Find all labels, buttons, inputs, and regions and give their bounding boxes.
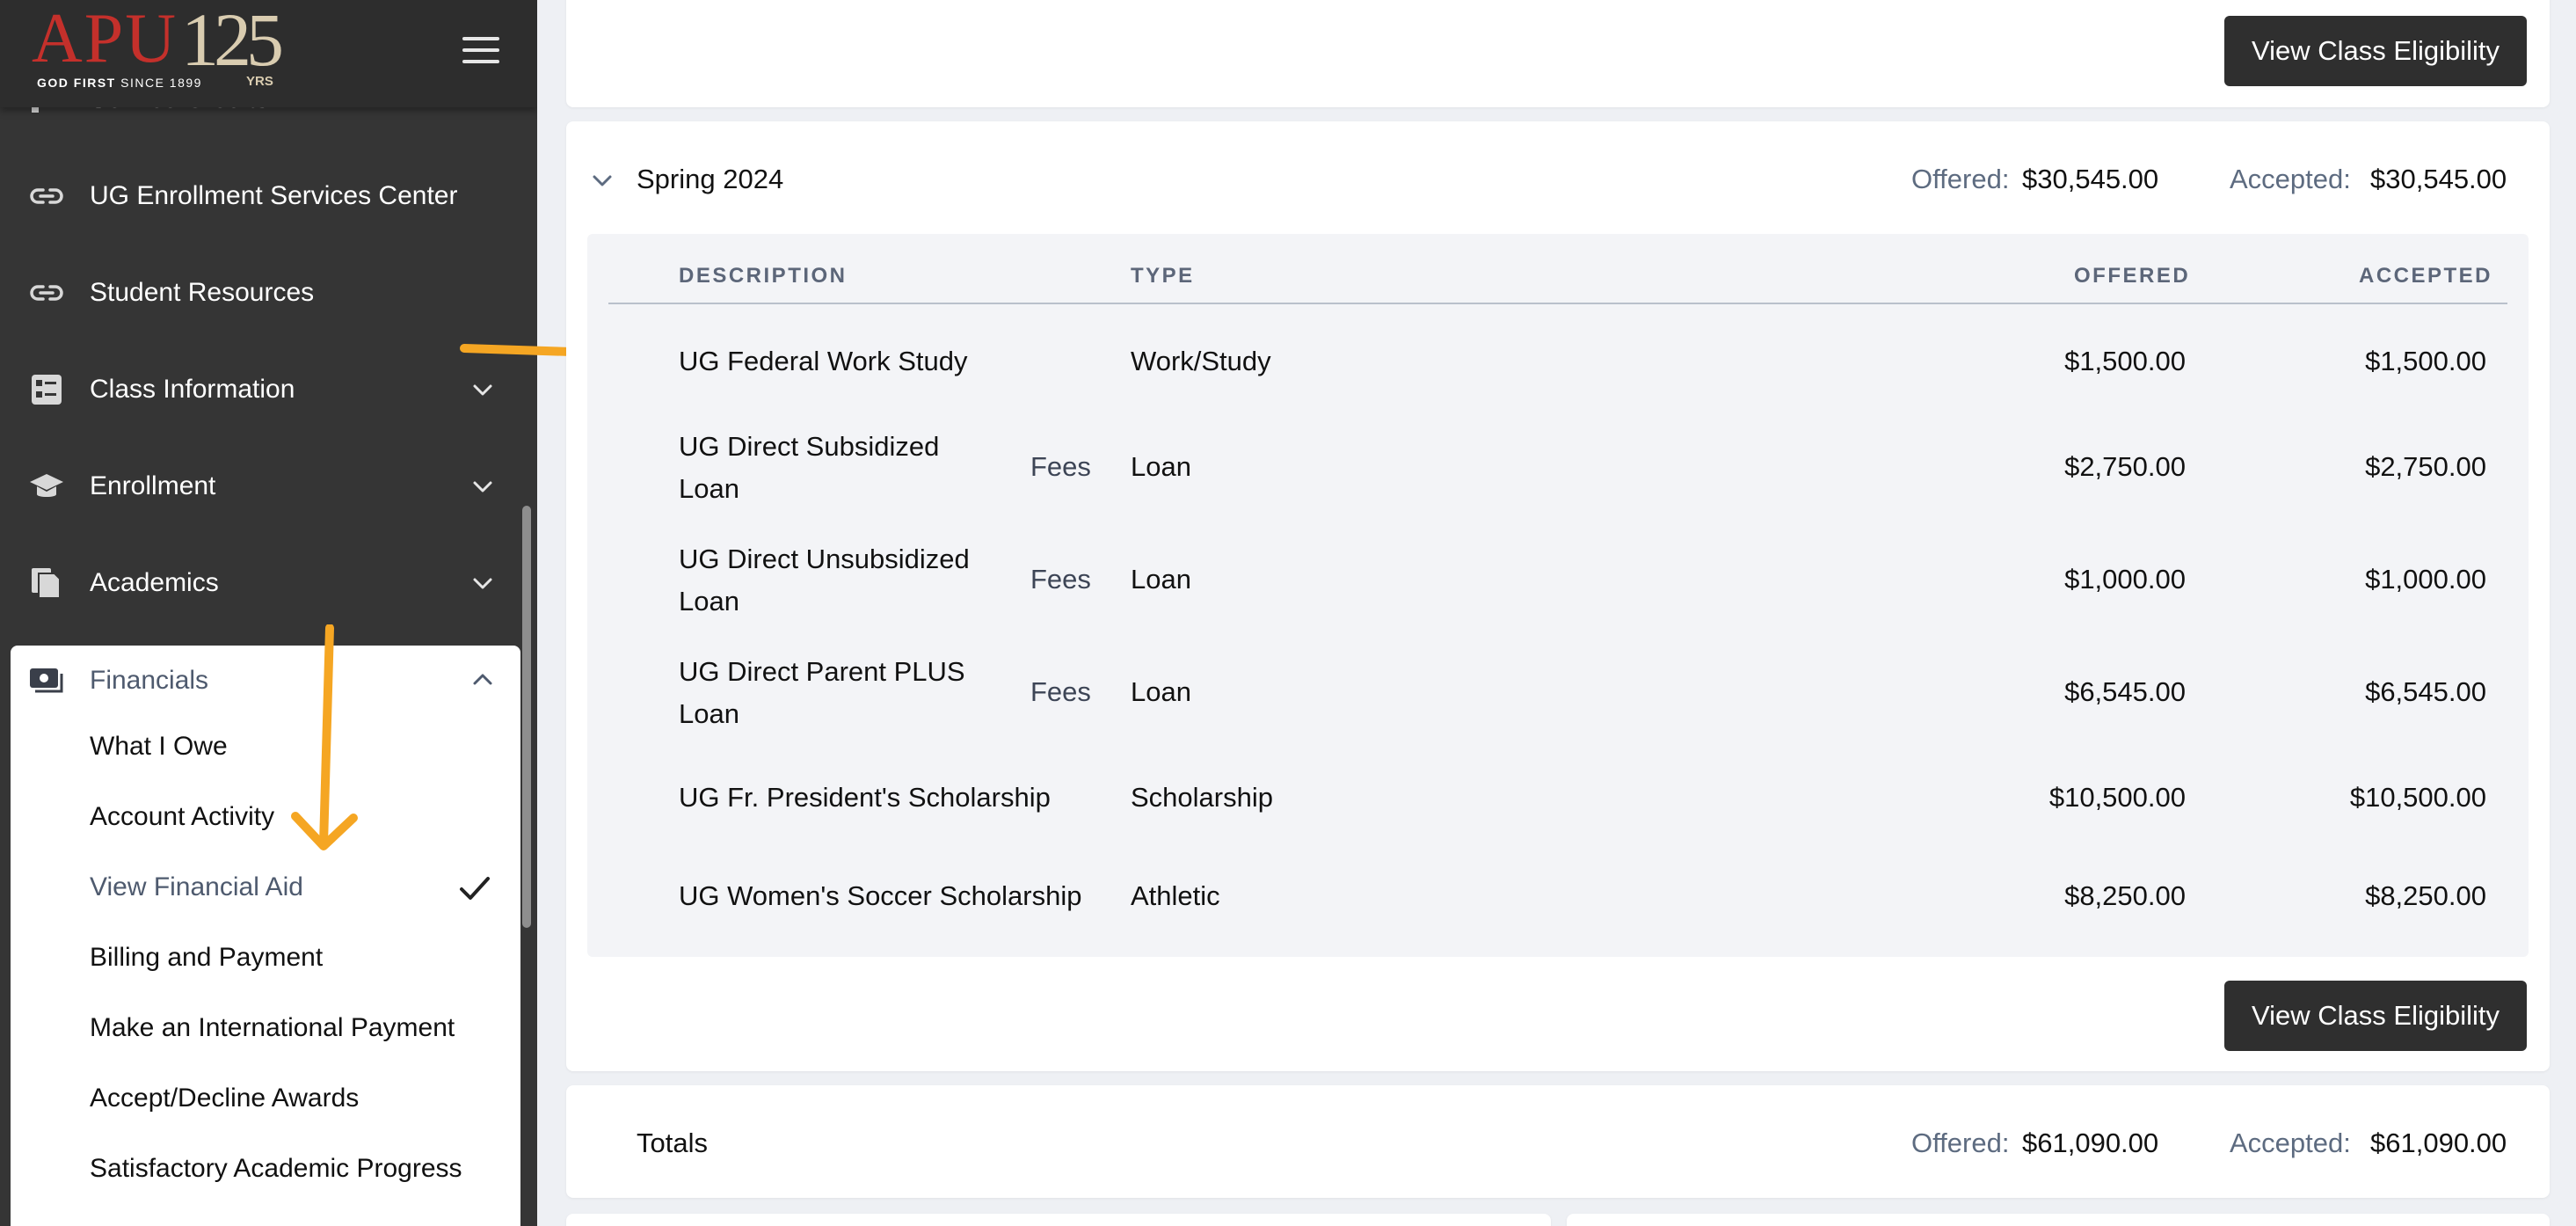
- row-type: Loan: [1131, 451, 1191, 482]
- bottom-card-left: [566, 1214, 1551, 1226]
- logo-tagline: GOD FIRST SINCE 1899: [37, 76, 202, 90]
- previous-term-card: View Class Eligibility: [566, 0, 2550, 107]
- row-offered: $10,500.00: [2048, 782, 2186, 813]
- totals-accepted-label: Accepted:: [2230, 1127, 2351, 1158]
- apu-logo[interactable]: APU 125 YRS GOD FIRST SINCE 1899: [32, 2, 313, 97]
- row-accepted: $1,500.00: [2365, 346, 2486, 376]
- row-description: UG Federal Work Study: [679, 346, 968, 376]
- chevron-down-icon: [473, 481, 492, 493]
- list-icon: [32, 375, 62, 405]
- logo-text: APU: [32, 0, 178, 77]
- row-accepted: $6,545.00: [2365, 676, 2486, 707]
- chevron-down-icon[interactable]: [589, 167, 615, 193]
- row-type: Work/Study: [1131, 346, 1271, 376]
- row-accepted: $10,500.00: [2349, 782, 2486, 813]
- sidebar-subitem-satisfactory-academic-progress[interactable]: Satisfactory Academic Progress: [90, 1138, 503, 1200]
- term-offered-label: Offered:: [1911, 164, 2010, 194]
- sidebar-subitem-accept-decline-awards[interactable]: Accept/Decline Awards: [90, 1068, 503, 1129]
- view-class-eligibility-button[interactable]: View Class Eligibility: [2224, 16, 2527, 86]
- hamburger-menu-icon[interactable]: [462, 37, 499, 63]
- row-fees-link[interactable]: Fees: [1030, 451, 1091, 483]
- chevron-down-icon: [473, 578, 492, 589]
- checkmark-icon: [460, 877, 490, 900]
- row-description: UG Direct Subsidized Loan: [679, 431, 940, 504]
- row-fees-link[interactable]: Fees: [1030, 676, 1091, 708]
- row-fees-link[interactable]: Fees: [1030, 564, 1091, 595]
- bottom-card-right: [1567, 1214, 2550, 1226]
- sidebar-subitem-billing-and-payment[interactable]: Billing and Payment: [90, 927, 503, 989]
- row-offered: $8,250.00: [2064, 880, 2186, 911]
- money-icon: [30, 668, 63, 693]
- row-accepted: $8,250.00: [2365, 880, 2486, 911]
- row-description: UG Direct Parent PLUS Loan: [679, 656, 965, 729]
- totals-title: Totals: [637, 1127, 708, 1158]
- logo-number: 125: [181, 0, 284, 82]
- document-icon: [32, 568, 61, 599]
- sidebar-subitem-view-financial-aid[interactable]: View Financial Aid: [90, 857, 503, 918]
- logo-yrs: YRS: [246, 74, 273, 89]
- sidebar-item-student-resources[interactable]: Student Resources: [0, 244, 519, 341]
- table-header-divider: [608, 303, 2507, 304]
- sidebar-scrollbar[interactable]: [522, 506, 531, 928]
- row-description: UG Women's Soccer Scholarship: [679, 880, 1082, 911]
- term-accepted-label: Accepted:: [2230, 164, 2351, 194]
- sidebar-subitem-make-an-international-payment[interactable]: Make an International Payment: [90, 997, 503, 1059]
- sidebar-item-ug-enrollment-services-center[interactable]: UG Enrollment Services Center: [0, 148, 519, 244]
- row-offered: $2,750.00: [2064, 451, 2186, 482]
- annotation-arrow-down-icon: [291, 624, 358, 850]
- sidebar-item-label: Class Information: [90, 375, 295, 404]
- link-icon: [30, 285, 63, 301]
- column-header-offered: OFFERED: [2074, 264, 2191, 288]
- link-icon: [30, 188, 63, 204]
- row-accepted: $1,000.00: [2365, 564, 2486, 595]
- sidebar-item-label: Academics: [90, 568, 219, 597]
- chevron-up-icon: [473, 674, 492, 685]
- sidebar-item-label: UG Enrollment Services Center: [90, 181, 458, 210]
- sidebar-item-label: Enrollment: [90, 471, 216, 500]
- row-offered: $1,000.00: [2064, 564, 2186, 595]
- row-type: Athletic: [1131, 880, 1220, 911]
- totals-offered-value: $61,090.00: [2022, 1127, 2159, 1158]
- term-accepted-value: $30,545.00: [2370, 164, 2507, 194]
- row-description: UG Fr. President's Scholarship: [679, 782, 1051, 813]
- sidebar-item-enrollment[interactable]: Enrollment: [0, 438, 519, 535]
- row-offered: $1,500.00: [2064, 346, 2186, 376]
- column-header-type: TYPE: [1131, 264, 1195, 288]
- column-header-description: DESCRIPTION: [679, 264, 848, 288]
- row-description: UG Direct Unsubsidized Loan: [679, 544, 970, 617]
- sidebar-item-financials[interactable]: Financials: [11, 646, 520, 716]
- header-bar: APU 125 YRS GOD FIRST SINCE 1899: [0, 0, 537, 107]
- sidebar-item-label: Student Resources: [90, 278, 315, 307]
- totals-accepted-value: $61,090.00: [2370, 1127, 2507, 1158]
- column-header-accepted: ACCEPTED: [2359, 264, 2493, 288]
- sidebar-nav: Service Credits APU 125 YRS GOD FIRST SI…: [0, 0, 537, 1226]
- sidebar-item-label: Financials: [90, 666, 209, 695]
- financials-menu: Financials What I Owe Account Activity V…: [11, 646, 520, 1226]
- totals-offered-label: Offered:: [1911, 1127, 2010, 1158]
- term-title: Spring 2024: [637, 164, 784, 194]
- view-class-eligibility-button[interactable]: View Class Eligibility: [2224, 981, 2527, 1051]
- sidebar-item-academics[interactable]: Academics: [0, 535, 519, 631]
- sidebar-item-class-information[interactable]: Class Information: [0, 341, 519, 438]
- term-offered-value: $30,545.00: [2022, 164, 2159, 194]
- graduation-cap-icon: [30, 474, 63, 497]
- row-offered: $6,545.00: [2064, 676, 2186, 707]
- row-type: Loan: [1131, 676, 1191, 707]
- row-type: Loan: [1131, 564, 1191, 595]
- row-type: Scholarship: [1131, 782, 1273, 813]
- row-accepted: $2,750.00: [2365, 451, 2486, 482]
